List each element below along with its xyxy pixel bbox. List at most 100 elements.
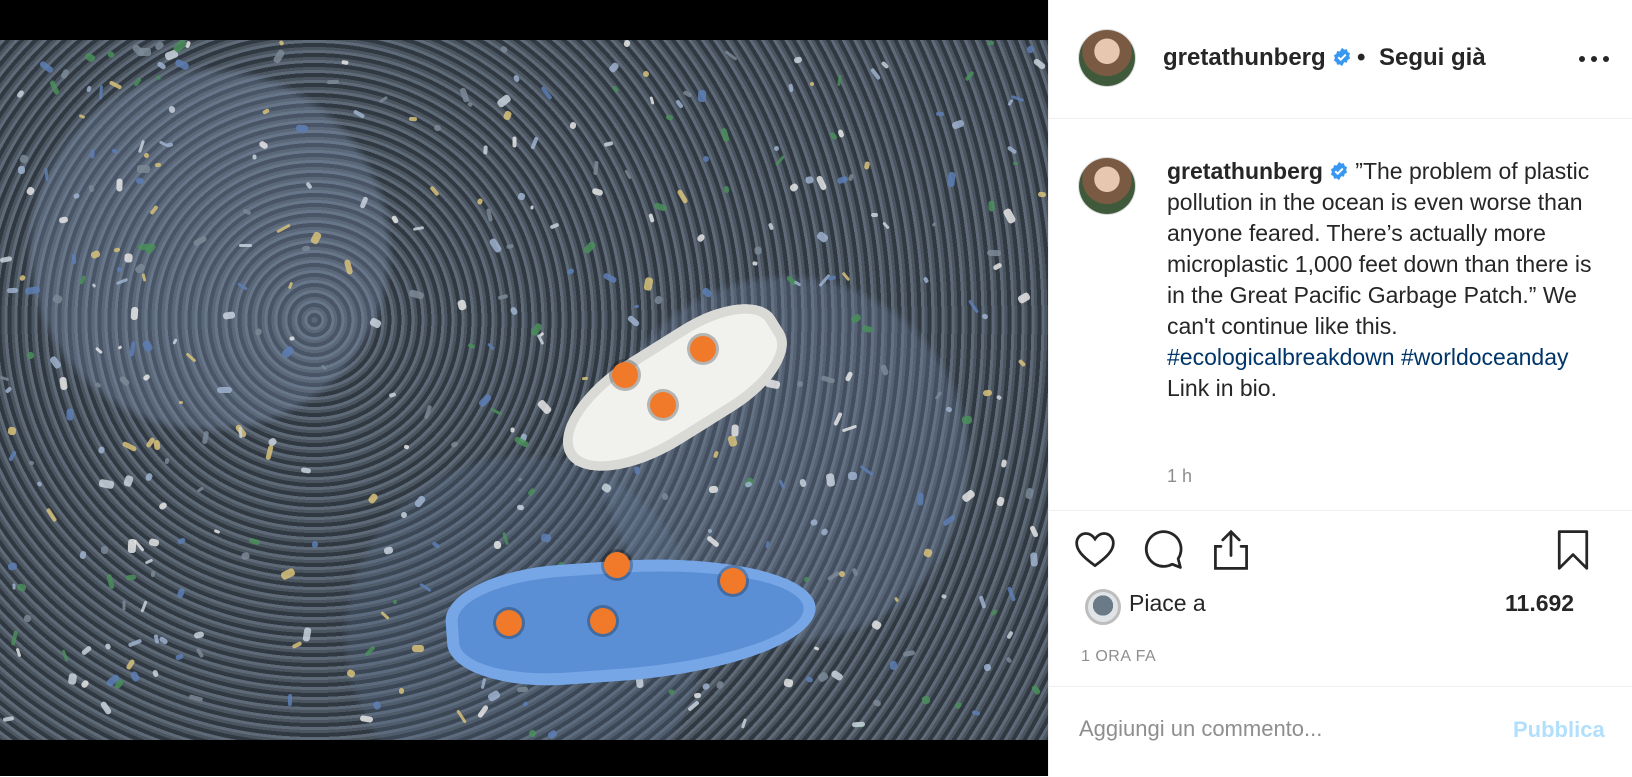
hashtag-link[interactable]: #ecologicalbreakdown bbox=[1167, 344, 1395, 370]
debris-speck bbox=[142, 373, 151, 382]
debris-speck bbox=[825, 473, 836, 487]
likes-count[interactable]: 11.692 bbox=[1505, 590, 1574, 617]
debris-speck bbox=[941, 593, 947, 600]
debris-speck bbox=[602, 272, 618, 284]
debris-speck bbox=[945, 406, 953, 413]
debris-speck bbox=[872, 698, 882, 708]
debris-speck bbox=[708, 485, 719, 494]
author-avatar[interactable] bbox=[1079, 30, 1135, 86]
debris-speck bbox=[178, 400, 184, 405]
debris-speck bbox=[135, 177, 145, 185]
debris-speck bbox=[810, 82, 814, 86]
debris-speck bbox=[100, 545, 109, 555]
debris-speck bbox=[279, 567, 297, 581]
comment-icon[interactable] bbox=[1141, 528, 1185, 572]
debris-speck bbox=[837, 74, 842, 87]
debris-speck bbox=[600, 482, 613, 494]
caption-username[interactable]: gretathunberg bbox=[1167, 158, 1349, 184]
debris-speck bbox=[624, 169, 632, 180]
post-photo[interactable] bbox=[0, 40, 1048, 740]
debris-speck bbox=[802, 575, 811, 584]
debris-speck bbox=[7, 426, 17, 436]
debris-speck bbox=[687, 700, 700, 712]
debris-speck bbox=[880, 60, 890, 70]
publish-button[interactable]: Pubblica bbox=[1513, 717, 1605, 743]
caption-timestamp[interactable]: 1 h bbox=[1167, 466, 1192, 487]
debris-speck bbox=[506, 243, 514, 250]
debris-speck bbox=[49, 79, 60, 96]
debris-speck bbox=[252, 154, 257, 160]
debris-speck bbox=[237, 282, 248, 291]
debris-speck bbox=[127, 638, 143, 648]
debris-speck bbox=[622, 40, 632, 48]
debris-speck bbox=[174, 653, 185, 661]
debris-speck bbox=[827, 275, 837, 281]
debris-speck bbox=[129, 670, 141, 683]
worker bbox=[690, 336, 716, 362]
debris-speck bbox=[287, 281, 294, 290]
debris-speck bbox=[413, 494, 427, 509]
caption-body: ”The problem of plastic pollution in the… bbox=[1167, 158, 1592, 339]
debris-speck bbox=[569, 121, 577, 130]
debris-speck bbox=[489, 407, 503, 416]
comment-input[interactable] bbox=[1079, 709, 1479, 749]
debris-speck bbox=[390, 214, 400, 225]
author-username[interactable]: gretathunberg bbox=[1163, 44, 1352, 72]
liker-avatar[interactable] bbox=[1085, 589, 1121, 625]
debris-speck bbox=[24, 285, 41, 296]
debris-speck bbox=[497, 293, 509, 301]
likes-row: Piace a 11.692 bbox=[1049, 586, 1632, 626]
debris-speck bbox=[429, 185, 440, 197]
debris-speck bbox=[727, 434, 738, 448]
debris-speck bbox=[1006, 145, 1018, 155]
debris-speck bbox=[682, 90, 693, 98]
debris-speck bbox=[280, 345, 296, 359]
debris-speck bbox=[38, 60, 55, 74]
share-icon[interactable] bbox=[1209, 528, 1253, 572]
debris-speck bbox=[99, 85, 103, 100]
debris-speck bbox=[870, 619, 883, 631]
debris-speck bbox=[941, 514, 957, 527]
debris-speck bbox=[94, 381, 102, 389]
debris-speck bbox=[140, 600, 148, 613]
debris-speck bbox=[502, 531, 509, 546]
debris-speck bbox=[702, 155, 710, 163]
debris-speck bbox=[660, 492, 670, 501]
debris-speck bbox=[201, 430, 210, 445]
following-button[interactable]: Segui già bbox=[1379, 44, 1486, 72]
debris-speck bbox=[986, 40, 995, 46]
more-options-icon[interactable] bbox=[1577, 44, 1613, 72]
bookmark-icon[interactable] bbox=[1551, 528, 1595, 572]
heart-icon[interactable] bbox=[1073, 528, 1117, 572]
debris-speck bbox=[60, 68, 70, 80]
caption-author-avatar[interactable] bbox=[1079, 158, 1135, 214]
worker bbox=[650, 392, 676, 418]
debris-speck bbox=[653, 294, 664, 306]
debris-speck bbox=[509, 306, 519, 316]
debris-speck bbox=[783, 677, 794, 689]
debris-speck bbox=[467, 342, 476, 350]
debris-speck bbox=[16, 89, 25, 99]
worker bbox=[590, 608, 616, 634]
debris-speck bbox=[419, 582, 432, 593]
debris-speck bbox=[633, 304, 640, 309]
hashtag-link[interactable]: #worldoceanday bbox=[1401, 344, 1569, 370]
debris-speck bbox=[89, 249, 102, 260]
debris-speck bbox=[995, 394, 1003, 401]
debris-speck bbox=[254, 327, 263, 337]
debris-speck bbox=[423, 404, 433, 420]
debris-speck bbox=[788, 83, 794, 93]
debris-speck bbox=[195, 647, 205, 659]
caption-footer: Link in bio. bbox=[1167, 375, 1277, 401]
debris-speck bbox=[450, 440, 459, 449]
debris-speck bbox=[649, 96, 655, 105]
debris-speck bbox=[536, 398, 553, 416]
debris-speck bbox=[1030, 552, 1038, 567]
debris-speck bbox=[98, 478, 115, 490]
debris-speck bbox=[104, 642, 112, 651]
post-age[interactable]: 1 ORA FA bbox=[1081, 648, 1156, 666]
debris-speck bbox=[239, 244, 252, 247]
debris-speck bbox=[954, 701, 963, 710]
debris-speck bbox=[90, 149, 95, 159]
debris-speck bbox=[137, 165, 150, 173]
